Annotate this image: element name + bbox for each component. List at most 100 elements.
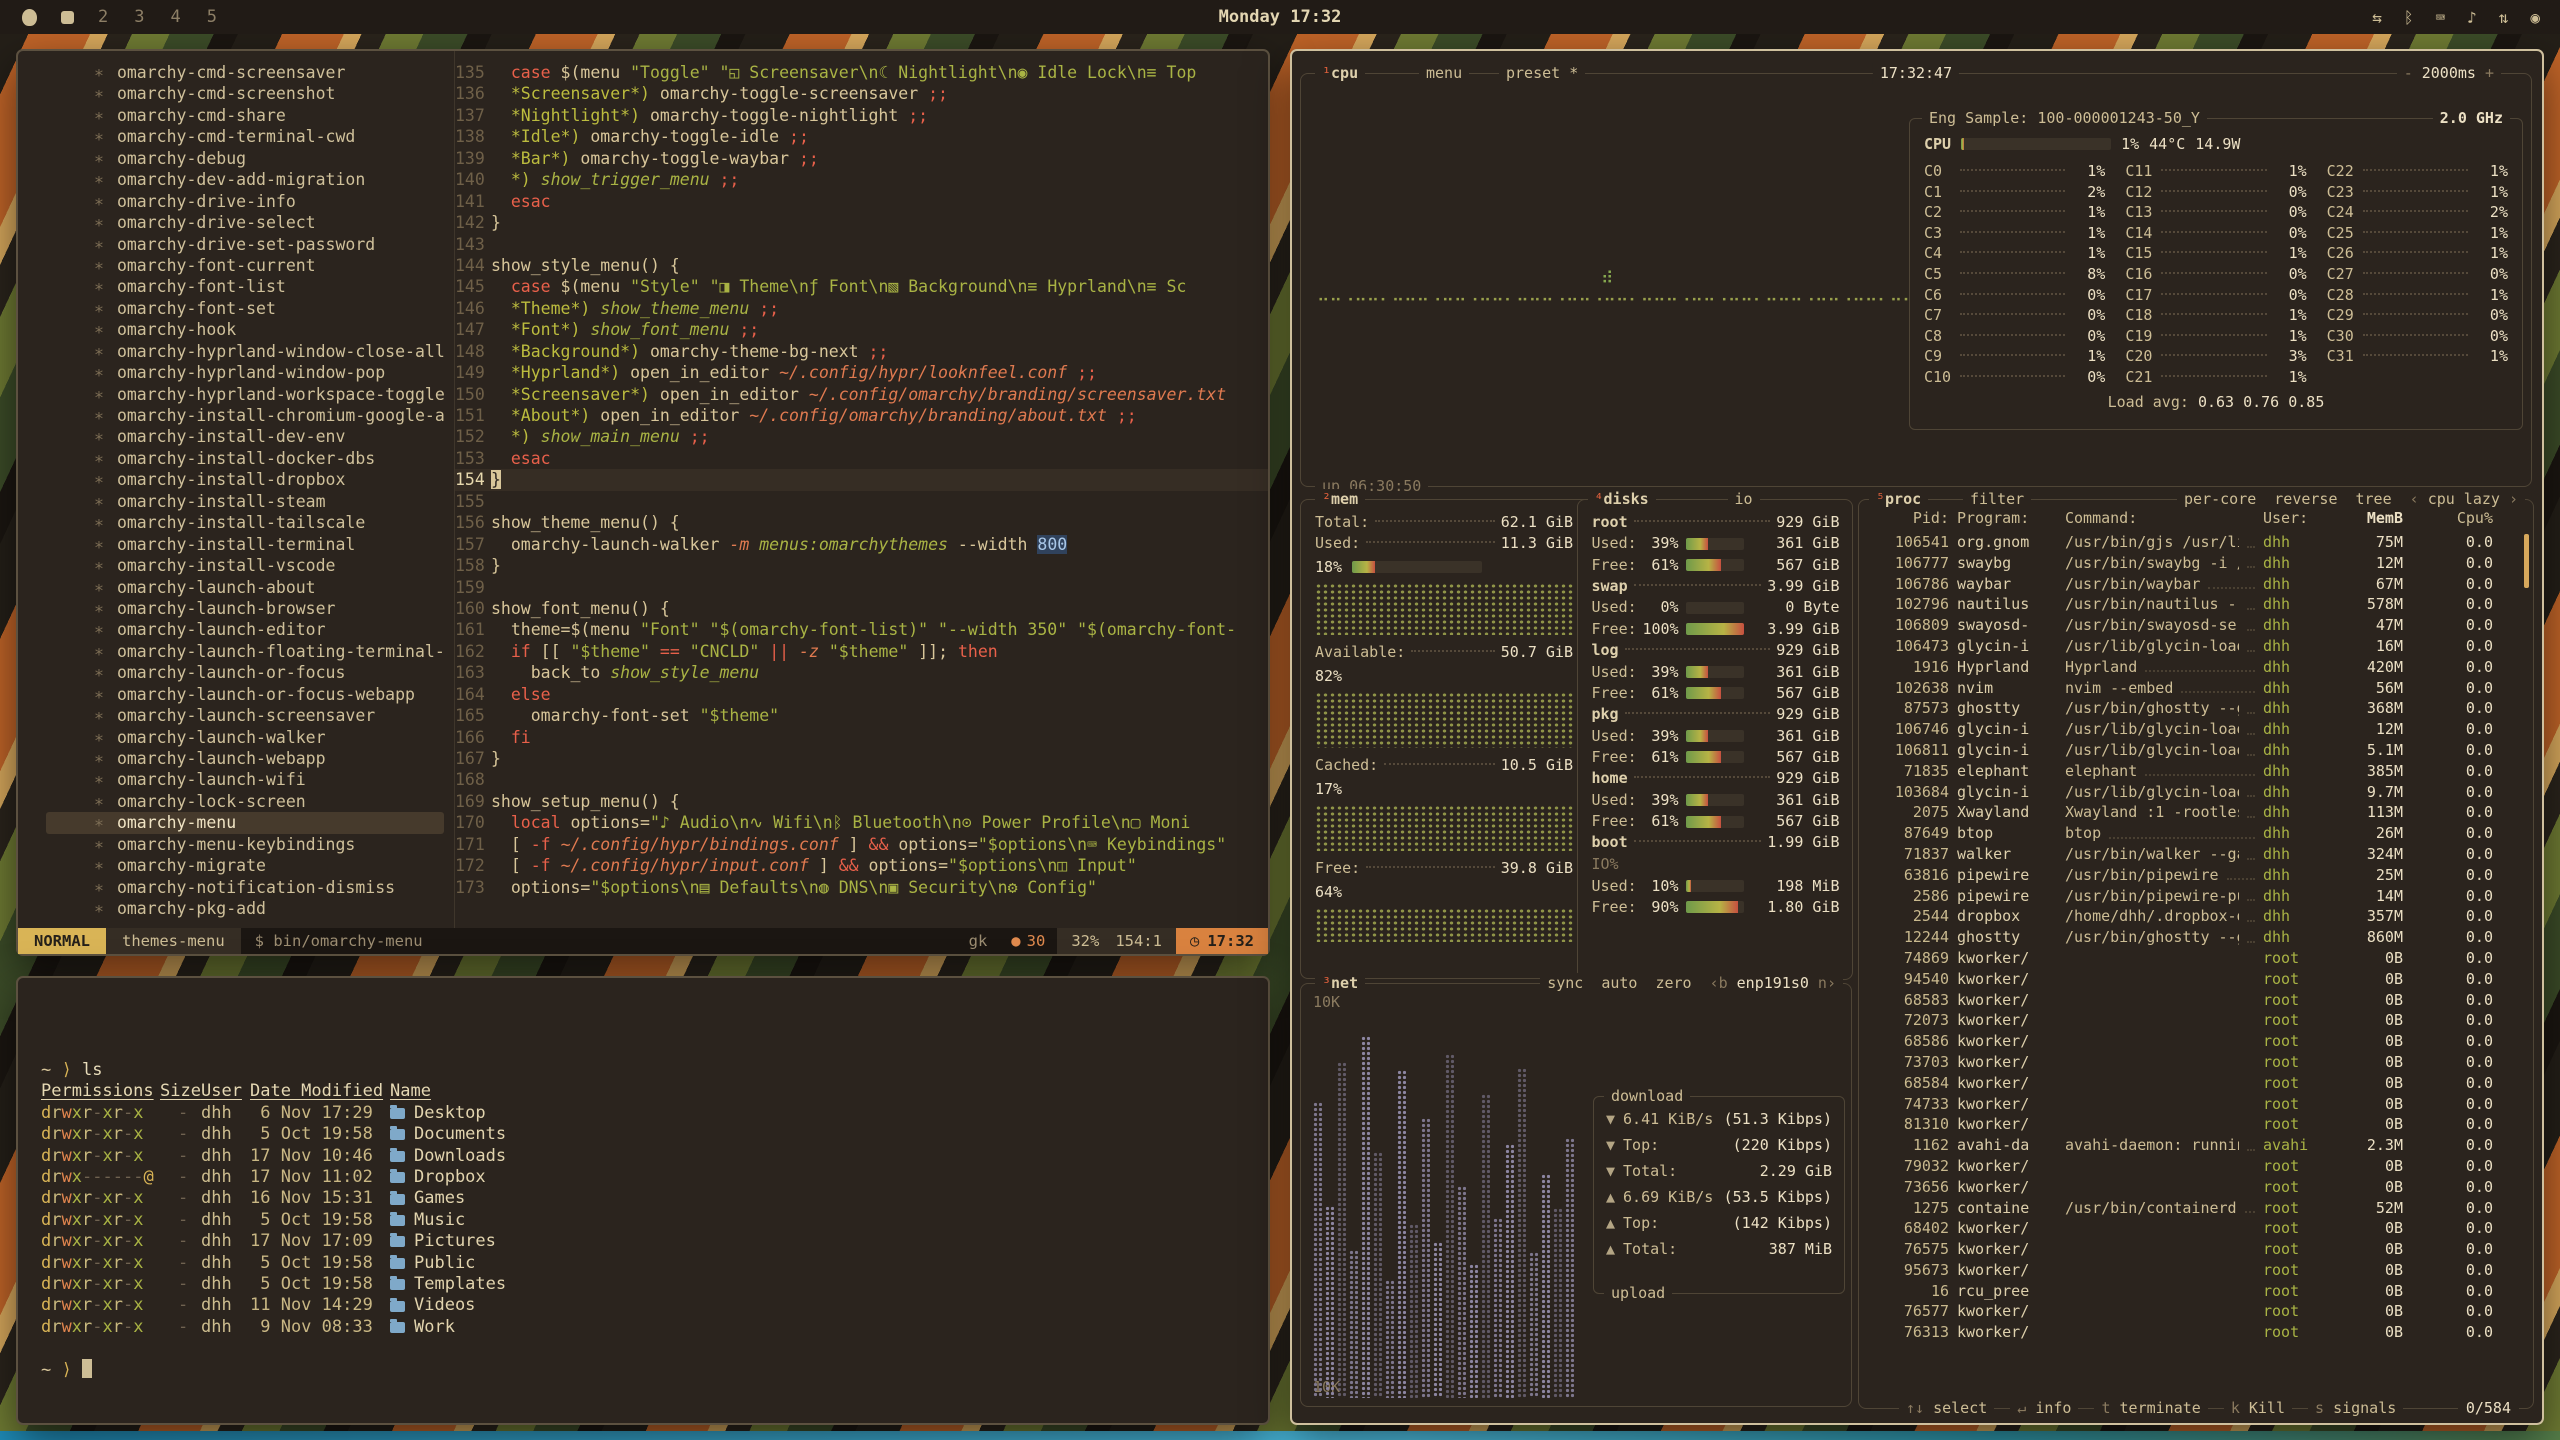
file-list-item[interactable]: ∗omarchy-cmd-share: [94, 105, 454, 126]
dir-entry[interactable]: Templates: [390, 1274, 1268, 1295]
process-row[interactable]: 87649btopbtopdhh26M0.0: [1869, 823, 2493, 844]
file-list-item[interactable]: ∗omarchy-install-chromium-google-a: [94, 405, 454, 426]
file-list-item[interactable]: ∗omarchy-launch-webapp: [94, 748, 454, 769]
process-row[interactable]: 73703kworker/root0B0.0: [1869, 1052, 2493, 1073]
file-list-item[interactable]: ∗omarchy-cmd-screenshot: [94, 83, 454, 104]
interface-switcher[interactable]: ‹b enp191s0 n›: [1710, 973, 1836, 994]
proc-column-header[interactable]: Pid:: [1869, 508, 1949, 529]
file-list-item[interactable]: ∗omarchy-launch-wifi: [94, 769, 454, 790]
dir-entry[interactable]: Documents: [390, 1124, 1268, 1145]
proc-button-per-core[interactable]: per-core: [2184, 489, 2256, 510]
workspace-2[interactable]: 2: [98, 7, 108, 27]
terminal-body[interactable]: ~ ⟩ ls PermissionsSizeUserDate ModifiedN…: [18, 978, 1268, 1382]
file-list-item[interactable]: ∗omarchy-drive-info: [94, 191, 454, 212]
file-list-item[interactable]: ∗omarchy-font-list: [94, 276, 454, 297]
io-tab[interactable]: io: [1728, 489, 1760, 510]
process-row[interactable]: 1275containe/usr/bin/containerdroot52M0.…: [1869, 1198, 2493, 1219]
dir-entry[interactable]: Desktop: [390, 1103, 1268, 1124]
file-list-item[interactable]: ∗omarchy-install-vscode: [94, 555, 454, 576]
keyboard-icon[interactable]: ⌨: [2435, 8, 2445, 27]
process-scrollbar[interactable]: [2524, 534, 2529, 588]
file-list-item[interactable]: ∗omarchy-hyprland-window-close-all: [94, 341, 454, 362]
file-list-item[interactable]: ∗omarchy-install-docker-dbs: [94, 448, 454, 469]
net-button-auto[interactable]: auto: [1601, 973, 1637, 994]
notification-icon[interactable]: ◉: [2530, 8, 2540, 27]
dir-entry[interactable]: Dropbox: [390, 1167, 1268, 1188]
process-row[interactable]: 103684glycin-i/usr/lib/glycin-loadersdhh…: [1869, 782, 2493, 803]
file-list-item[interactable]: ∗omarchy-drive-set-password: [94, 234, 454, 255]
process-row[interactable]: 2075XwaylandXwayland :1 -rootless -dhh11…: [1869, 802, 2493, 823]
proc-action-signals[interactable]: s signals: [2308, 1398, 2403, 1419]
proc-column-header[interactable]: MemB: [2333, 508, 2403, 529]
file-list-item[interactable]: ∗omarchy-menu: [46, 812, 444, 833]
process-row[interactable]: 16rcu_preeroot0B0.0: [1869, 1281, 2493, 1302]
filter-button[interactable]: filter: [1963, 489, 2031, 510]
proc-button-reverse[interactable]: reverse: [2274, 489, 2337, 510]
file-list-item[interactable]: ∗omarchy-launch-about: [94, 577, 454, 598]
file-list-item[interactable]: ∗omarchy-install-dropbox: [94, 469, 454, 490]
proc-action-terminate[interactable]: t terminate: [2094, 1398, 2207, 1419]
process-row[interactable]: 76313kworker/root0B0.0: [1869, 1322, 2493, 1343]
volume-icon[interactable]: ♪: [2467, 8, 2477, 27]
process-row[interactable]: 94540kworker/root0B0.0: [1869, 969, 2493, 990]
process-row[interactable]: 73656kworker/root0B0.0: [1869, 1177, 2493, 1198]
file-list-item[interactable]: ∗omarchy-dev-add-migration: [94, 169, 454, 190]
proc-action-Kill[interactable]: k Kill: [2224, 1398, 2292, 1419]
process-row[interactable]: 102638nvimnvim --embeddhh56M0.0: [1869, 678, 2493, 699]
process-row[interactable]: 72073kworker/root0B0.0: [1869, 1010, 2493, 1031]
bluetooth-icon[interactable]: ᛒ: [2404, 8, 2414, 27]
file-list-item[interactable]: ∗omarchy-install-dev-env: [94, 426, 454, 447]
sort-selector[interactable]: ‹ cpu lazy ›: [2410, 489, 2518, 510]
process-row[interactable]: 1162avahi-daavahi-daemon: running [avahi…: [1869, 1135, 2493, 1156]
workspace-active-indicator[interactable]: [61, 11, 74, 24]
workspace-4[interactable]: 4: [171, 7, 181, 27]
screencast-icon[interactable]: ⇆: [2372, 8, 2382, 27]
process-row[interactable]: 106786waybar/usr/bin/waybardhh67M0.0: [1869, 574, 2493, 595]
file-list-item[interactable]: ∗omarchy-install-tailscale: [94, 512, 454, 533]
file-list-item[interactable]: ∗omarchy-drive-select: [94, 212, 454, 233]
process-row[interactable]: 2544dropbox/home/dhh/.dropbox-distdhh357…: [1869, 906, 2493, 927]
network-icon[interactable]: ⇅: [2499, 8, 2509, 27]
code-buffer[interactable]: 135 case $(menu "Toggle" "◱ Screensaver\…: [455, 51, 1268, 928]
process-row[interactable]: 71837walker/usr/bin/walker --gappldhh324…: [1869, 844, 2493, 865]
file-list-item[interactable]: ∗omarchy-pkg-add: [94, 898, 454, 919]
menu-button[interactable]: menu: [1419, 63, 1469, 84]
dir-entry[interactable]: Music: [390, 1210, 1268, 1231]
file-list-item[interactable]: ∗omarchy-launch-or-focus: [94, 662, 454, 683]
proc-action-select[interactable]: ↑↓ select: [1899, 1398, 1994, 1419]
interval-decrease-button[interactable]: -: [2404, 64, 2422, 82]
process-row[interactable]: 79032kworker/root0B0.0: [1869, 1156, 2493, 1177]
file-list-item[interactable]: ∗omarchy-launch-floating-terminal-: [94, 641, 454, 662]
interval-increase-button[interactable]: +: [2476, 64, 2494, 82]
preset-button[interactable]: preset *: [1499, 63, 1585, 84]
file-list-item[interactable]: ∗omarchy-hook: [94, 319, 454, 340]
process-row[interactable]: 2586pipewire/usr/bin/pipewire-pulsedhh14…: [1869, 886, 2493, 907]
file-list-item[interactable]: ∗omarchy-hyprland-window-pop: [94, 362, 454, 383]
proc-action-info[interactable]: ↵ info: [2010, 1398, 2078, 1419]
proc-column-header[interactable]: Program:: [1957, 508, 2057, 529]
dir-entry[interactable]: Downloads: [390, 1146, 1268, 1167]
file-list-item[interactable]: ∗omarchy-launch-browser: [94, 598, 454, 619]
process-row[interactable]: 12244ghostty/usr/bin/ghostty --gtk-dhh86…: [1869, 927, 2493, 948]
process-row[interactable]: 76575kworker/root0B0.0: [1869, 1239, 2493, 1260]
proc-column-header[interactable]: Cpu%: [2411, 508, 2493, 529]
file-list-item[interactable]: ∗omarchy-launch-walker: [94, 727, 454, 748]
process-row[interactable]: 106811glycin-i/usr/lib/glycin-loadersdhh…: [1869, 740, 2493, 761]
file-list-item[interactable]: ∗omarchy-notification-dismiss: [94, 877, 454, 898]
file-list-item[interactable]: ∗omarchy-cmd-screensaver: [94, 62, 454, 83]
process-row[interactable]: 106541org.gnom/usr/bin/gjs /usr/lib/odhh…: [1869, 532, 2493, 553]
process-row[interactable]: 87573ghostty/usr/bin/ghostty --gtk-dhh36…: [1869, 698, 2493, 719]
file-list-item[interactable]: ∗omarchy-launch-or-focus-webapp: [94, 684, 454, 705]
file-list-item[interactable]: ∗omarchy-launch-editor: [94, 619, 454, 640]
file-list-item[interactable]: ∗omarchy-menu-keybindings: [94, 834, 454, 855]
process-row[interactable]: 74733kworker/root0B0.0: [1869, 1094, 2493, 1115]
workspace-5[interactable]: 5: [207, 7, 217, 27]
file-list-item[interactable]: ∗omarchy-lock-screen: [94, 791, 454, 812]
proc-column-header[interactable]: Command:: [2065, 508, 2255, 529]
process-row[interactable]: 95673kworker/root0B0.0: [1869, 1260, 2493, 1281]
process-row[interactable]: 102796nautilus/usr/bin/nautilus --newdhh…: [1869, 594, 2493, 615]
net-button-zero[interactable]: zero: [1655, 973, 1691, 994]
process-row[interactable]: 68586kworker/root0B0.0: [1869, 1031, 2493, 1052]
file-list-item[interactable]: ∗omarchy-font-set: [94, 298, 454, 319]
file-list-item[interactable]: ∗omarchy-migrate: [94, 855, 454, 876]
